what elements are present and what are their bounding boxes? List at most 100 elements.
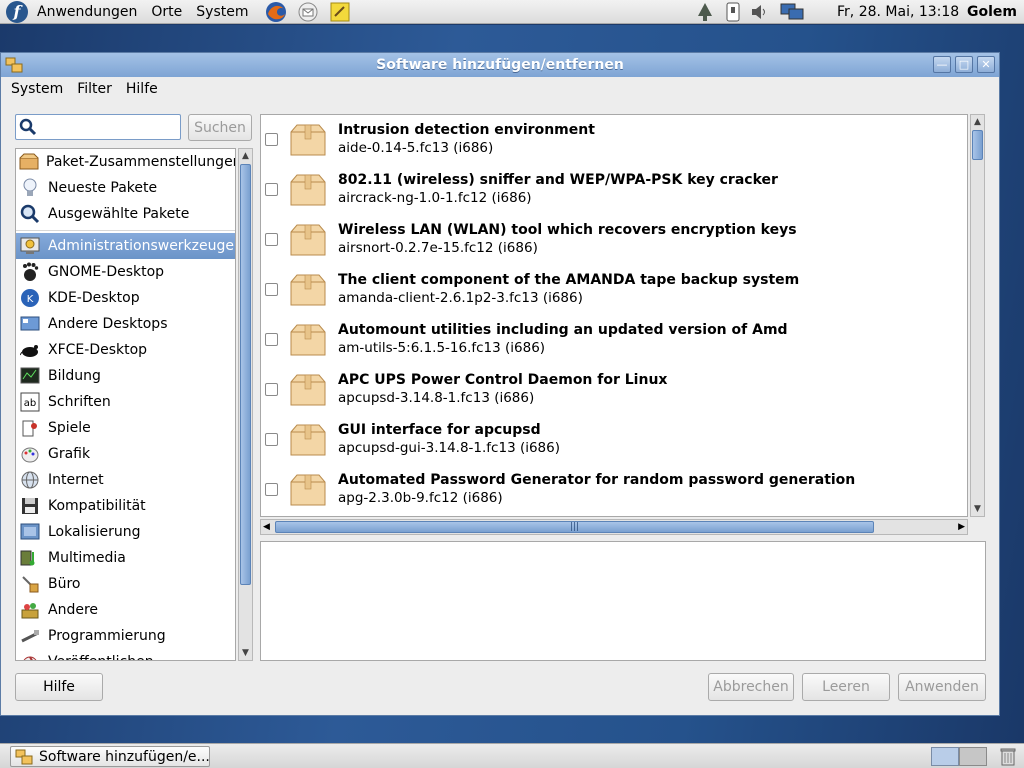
package-checkbox[interactable] [265, 333, 278, 346]
package-summary: APC UPS Power Control Daemon for Linux [338, 372, 668, 388]
cancel-button[interactable]: Abbrechen [708, 673, 794, 701]
group-item[interactable]: Spiele [16, 415, 235, 441]
update-tree-icon[interactable] [695, 1, 715, 23]
help-button[interactable]: Hilfe [15, 673, 103, 701]
group-item[interactable]: Veröffentlichen [16, 649, 235, 660]
taskbar: Software hinzufügen/e... [0, 743, 1024, 768]
package-checkbox[interactable] [265, 283, 278, 296]
group-item[interactable]: Neueste Pakete [16, 175, 235, 201]
package-summary: Wireless LAN (WLAN) tool which recovers … [338, 222, 797, 238]
package-checkbox[interactable] [265, 433, 278, 446]
group-item-label: Büro [48, 576, 81, 592]
group-item[interactable]: Programmierung [16, 623, 235, 649]
package-checkbox[interactable] [265, 483, 278, 496]
group-item[interactable]: Internet [16, 467, 235, 493]
search-field[interactable] [15, 114, 181, 140]
trash-icon[interactable] [997, 746, 1019, 767]
group-list-scrollbar[interactable]: ▲ ▼ [238, 148, 253, 661]
mail-icon[interactable] [296, 1, 320, 23]
hscroll-thumb[interactable]: ||| [275, 521, 874, 533]
panel-menu-places[interactable]: Orte [144, 0, 189, 24]
group-item[interactable]: Bildung [16, 363, 235, 389]
package-checkbox[interactable] [265, 233, 278, 246]
svg-text:K: K [27, 294, 34, 305]
publishing-icon [19, 651, 41, 660]
package-version: am-utils-5:6.1.5-16.fc13 (i686) [338, 340, 546, 356]
minimize-button[interactable]: — [933, 56, 951, 73]
group-item-label: Paket-Zusammenstellungen [46, 154, 236, 170]
panel-menu-system[interactable]: System [189, 0, 255, 24]
volume-icon[interactable] [750, 1, 770, 23]
software-app-icon [15, 749, 33, 765]
package-checkbox[interactable] [265, 133, 278, 146]
taskbar-window-button[interactable]: Software hinzufügen/e... [10, 746, 210, 767]
group-item[interactable]: Büro [16, 571, 235, 597]
maximize-icon: □ [958, 58, 970, 71]
menu-help[interactable]: Hilfe [119, 81, 165, 97]
title-bar[interactable]: Software hinzufügen/entfernen — □ ✕ [1, 53, 999, 77]
package-row[interactable]: Intrusion detection environment aide-0.14… [261, 115, 967, 165]
top-panel: f Anwendungen Orte System Fr, 28. Mai, 1… [0, 0, 1024, 24]
package-row[interactable]: 802.11 (wireless) sniffer and WEP/WPA-PS… [261, 165, 967, 215]
panel-menu-applications[interactable]: Anwendungen [30, 0, 144, 24]
package-list-hscrollbar[interactable]: ◀ ||| ▶ [260, 519, 968, 535]
fedora-logo-icon[interactable]: f [6, 0, 28, 23]
magnifier-icon [19, 203, 41, 225]
user-name[interactable]: Golem [967, 0, 1017, 24]
desktop-icon [19, 313, 41, 335]
network-icon[interactable] [780, 1, 804, 23]
package-list-scrollbar[interactable]: ▲ ▼ [970, 114, 985, 517]
package-icon [289, 122, 327, 158]
group-item[interactable]: Grafik [16, 441, 235, 467]
group-item[interactable]: Lokalisierung [16, 519, 235, 545]
group-list-scroll-thumb[interactable] [240, 164, 251, 585]
firefox-icon[interactable] [264, 1, 288, 23]
group-item[interactable]: Administrationswerkzeuge [16, 233, 235, 259]
group-item[interactable]: XFCE-Desktop [16, 337, 235, 363]
package-list-scroll-thumb[interactable] [972, 130, 983, 160]
workspace-2[interactable] [959, 747, 987, 766]
group-item[interactable]: Paket-Zusammenstellungen [16, 149, 235, 175]
clear-button[interactable]: Leeren [802, 673, 890, 701]
group-separator [16, 227, 235, 231]
menu-system[interactable]: System [4, 81, 70, 97]
scroll-down-arrow-icon[interactable]: ▼ [239, 646, 252, 660]
notes-icon[interactable] [328, 1, 352, 23]
package-row[interactable]: The client component of the AMANDA tape … [261, 265, 967, 315]
scroll-down-arrow-icon[interactable]: ▼ [971, 502, 984, 516]
package-row[interactable]: Wireless LAN (WLAN) tool which recovers … [261, 215, 967, 265]
group-item-label: Grafik [48, 446, 91, 462]
xfce-mouse-icon [19, 339, 41, 361]
package-icon [289, 372, 327, 408]
package-checkbox[interactable] [265, 383, 278, 396]
group-item[interactable]: K KDE-Desktop [16, 285, 235, 311]
admin-tools-icon [19, 235, 41, 257]
menu-filter[interactable]: Filter [70, 81, 119, 97]
device-icon[interactable] [723, 1, 743, 23]
scroll-up-arrow-icon[interactable]: ▲ [239, 149, 252, 163]
group-item[interactable]: Ausgewählte Pakete [16, 201, 235, 227]
group-item[interactable]: Multimedia [16, 545, 235, 571]
group-item[interactable]: Kompatibilität [16, 493, 235, 519]
search-input[interactable] [39, 116, 169, 138]
search-button[interactable]: Suchen [188, 114, 252, 141]
group-item[interactable]: GNOME-Desktop [16, 259, 235, 285]
group-item[interactable]: ab Schriften [16, 389, 235, 415]
scroll-left-arrow-icon[interactable]: ◀ [263, 520, 270, 534]
package-row[interactable]: Automount utilities including an updated… [261, 315, 967, 365]
package-version: amanda-client-2.6.1p2-3.fc13 (i686) [338, 290, 583, 306]
package-row[interactable]: GUI interface for apcupsd apcupsd-gui-3.1… [261, 415, 967, 465]
group-item[interactable]: Andere [16, 597, 235, 623]
group-item-label: Programmierung [48, 628, 166, 644]
apply-button[interactable]: Anwenden [898, 673, 986, 701]
package-row[interactable]: APC UPS Power Control Daemon for Linux ap… [261, 365, 967, 415]
scroll-right-arrow-icon[interactable]: ▶ [958, 520, 965, 534]
close-button[interactable]: ✕ [977, 56, 995, 73]
clock[interactable]: Fr, 28. Mai, 13:18 [837, 0, 959, 24]
workspace-1[interactable] [931, 747, 959, 766]
package-checkbox[interactable] [265, 183, 278, 196]
group-item[interactable]: Andere Desktops [16, 311, 235, 337]
scroll-up-arrow-icon[interactable]: ▲ [971, 115, 984, 129]
package-row[interactable]: Automated Password Generator for random … [261, 465, 967, 515]
maximize-button[interactable]: □ [955, 56, 973, 73]
